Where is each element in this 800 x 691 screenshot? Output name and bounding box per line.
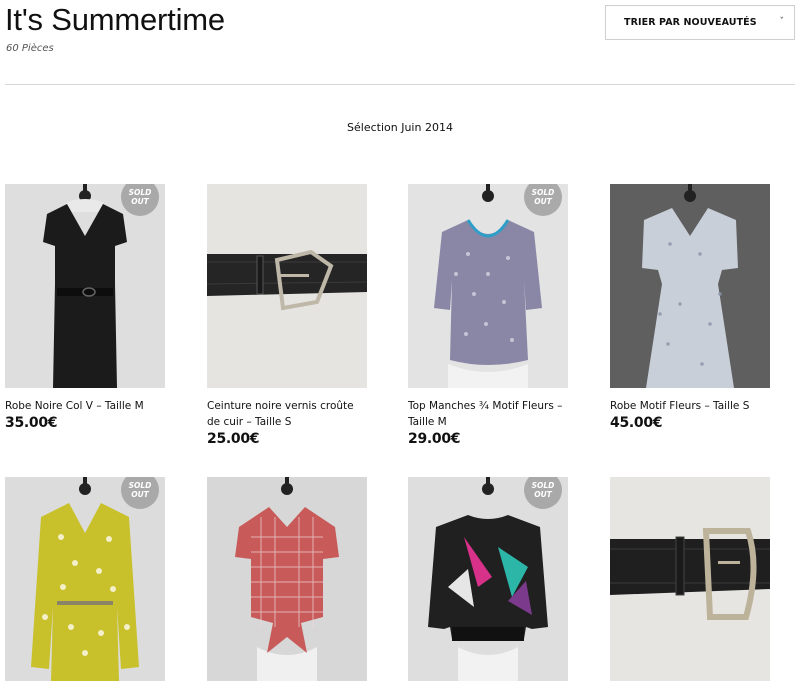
- chevron-down-icon: ˇ: [779, 17, 785, 27]
- product-card[interactable]: SOLD OUT: [408, 477, 570, 691]
- product-card[interactable]: Ceinture noire vernis croûte de cuir – T…: [207, 184, 369, 447]
- product-image[interactable]: SOLD OUT: [5, 184, 165, 388]
- piece-count: 60 Pièces: [6, 43, 54, 54]
- product-card[interactable]: SOLD OUT Robe Noire Col V – Taille M 35.0…: [5, 184, 167, 431]
- page-title: It's Summertime: [5, 2, 225, 37]
- product-price: 45.00€: [610, 415, 663, 431]
- sort-dropdown[interactable]: TRIER PAR NOUVEAUTÉS ˇ: [605, 5, 795, 40]
- product-image[interactable]: [610, 184, 770, 388]
- product-image[interactable]: SOLD OUT: [408, 477, 568, 681]
- product-image[interactable]: SOLD OUT: [408, 184, 568, 388]
- product-image[interactable]: [207, 184, 367, 388]
- product-card[interactable]: SOLD OUT: [5, 477, 167, 691]
- collection-subtitle: Sélection Juin 2014: [347, 121, 453, 134]
- product-card[interactable]: [610, 477, 772, 691]
- product-image[interactable]: [207, 477, 367, 681]
- product-name[interactable]: Robe Motif Fleurs – Taille S: [610, 398, 772, 414]
- header-divider: [5, 84, 795, 85]
- product-name[interactable]: Ceinture noire vernis croûte de cuir – T…: [207, 398, 369, 430]
- product-name[interactable]: Top Manches ¾ Motif Fleurs – Taille M: [408, 398, 570, 430]
- product-card[interactable]: [207, 477, 369, 691]
- product-name[interactable]: Robe Noire Col V – Taille M: [5, 398, 167, 414]
- product-price: 35.00€: [5, 415, 58, 431]
- product-card[interactable]: SOLD OUT Top Manches ¾ Motif Fleurs – Tai…: [408, 184, 570, 447]
- product-price: 25.00€: [207, 431, 260, 447]
- product-card[interactable]: Robe Motif Fleurs – Taille S 45.00€: [610, 184, 772, 431]
- product-price: 29.00€: [408, 431, 461, 447]
- product-image[interactable]: [610, 477, 770, 681]
- sort-dropdown-label: TRIER PAR NOUVEAUTÉS: [624, 17, 757, 28]
- product-image[interactable]: SOLD OUT: [5, 477, 165, 681]
